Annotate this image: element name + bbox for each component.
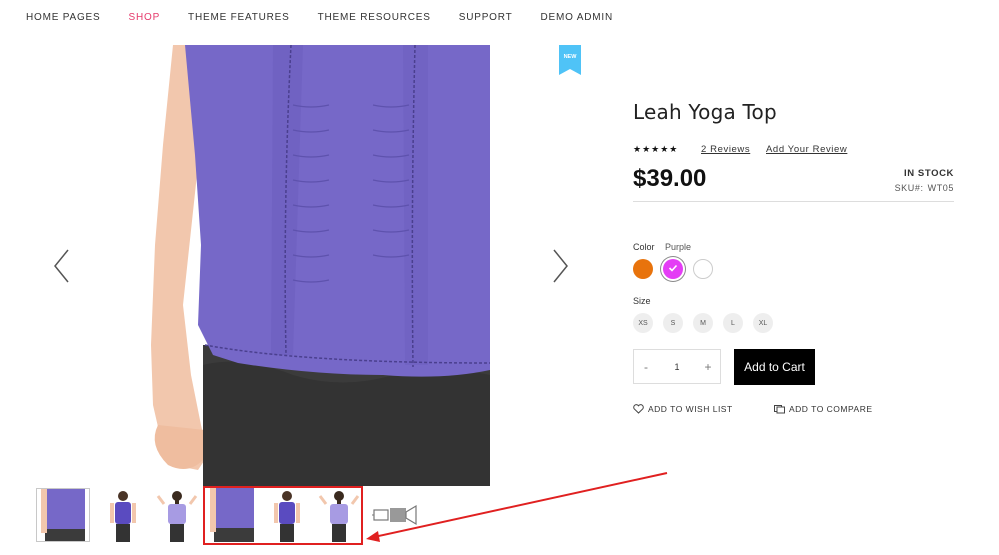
color-label: Color — [633, 242, 655, 252]
size-label: Size — [633, 296, 651, 306]
video-icon — [368, 488, 422, 542]
size-option-l[interactable]: L — [723, 313, 743, 333]
rating-stars: ★★★★★ — [633, 144, 679, 154]
product-title: Leah Yoga Top — [633, 100, 777, 124]
thumbnail-back-full[interactable] — [150, 488, 204, 542]
new-badge: NEW — [559, 45, 581, 75]
thumbnail-video[interactable] — [368, 488, 422, 542]
color-swatch-white[interactable] — [693, 259, 713, 279]
size-option-xs[interactable]: XS — [633, 313, 653, 333]
nav-shop[interactable]: SHOP — [129, 12, 161, 23]
color-swatch-orange[interactable] — [633, 259, 653, 279]
new-badge-text: NEW — [564, 54, 578, 60]
heart-icon — [633, 404, 644, 414]
add-to-wishlist-link[interactable]: ADD TO WISH LIST — [633, 404, 733, 414]
annotation-highlight-box — [203, 486, 363, 545]
sku-label: SKU#: — [894, 183, 924, 193]
nav-support[interactable]: SUPPORT — [459, 12, 513, 23]
wishlist-label: ADD TO WISH LIST — [648, 404, 733, 414]
add-to-cart-button[interactable]: Add to Cart — [734, 349, 815, 385]
yoga-top-photo — [143, 45, 490, 486]
product-price: $39.00 — [633, 165, 707, 192]
nav-home-pages[interactable]: HOME PAGES — [26, 12, 101, 23]
thumbnail-front-full[interactable] — [96, 488, 150, 542]
color-swatch-purple[interactable] — [663, 259, 683, 279]
size-option-m[interactable]: M — [693, 313, 713, 333]
next-image-button[interactable] — [550, 248, 570, 284]
size-option-s[interactable]: S — [663, 313, 683, 333]
stock-status: IN STOCK — [903, 168, 954, 179]
compare-icon — [774, 405, 785, 414]
add-to-compare-link[interactable]: ADD TO COMPARE — [774, 404, 873, 414]
nav-theme-resources[interactable]: THEME RESOURCES — [318, 12, 431, 23]
main-product-image[interactable] — [143, 45, 490, 486]
qty-decrease-button[interactable]: - — [634, 350, 658, 383]
prev-image-button[interactable] — [52, 248, 72, 284]
size-option-xl[interactable]: XL — [753, 313, 773, 333]
qty-increase-button[interactable]: + — [696, 350, 720, 383]
sku-value: WT05 — [927, 183, 954, 193]
sku: SKU#: WT05 — [895, 183, 954, 193]
chevron-right-icon — [553, 249, 568, 283]
add-review-link[interactable]: Add Your Review — [766, 144, 847, 155]
quantity-stepper: - + — [633, 349, 721, 384]
top-navigation: HOME PAGES SHOP THEME FEATURES THEME RES… — [26, 12, 641, 23]
compare-label: ADD TO COMPARE — [789, 404, 873, 414]
nav-demo-admin[interactable]: DEMO ADMIN — [541, 12, 613, 23]
nav-theme-features[interactable]: THEME FEATURES — [188, 12, 290, 23]
chevron-left-icon — [54, 249, 69, 283]
check-icon — [668, 264, 678, 272]
divider — [633, 201, 954, 202]
thumbnail-front-closeup[interactable] — [36, 488, 90, 542]
qty-input[interactable] — [658, 350, 696, 383]
color-selected-value: Purple — [665, 242, 692, 252]
reviews-link[interactable]: 2 Reviews — [701, 144, 750, 155]
